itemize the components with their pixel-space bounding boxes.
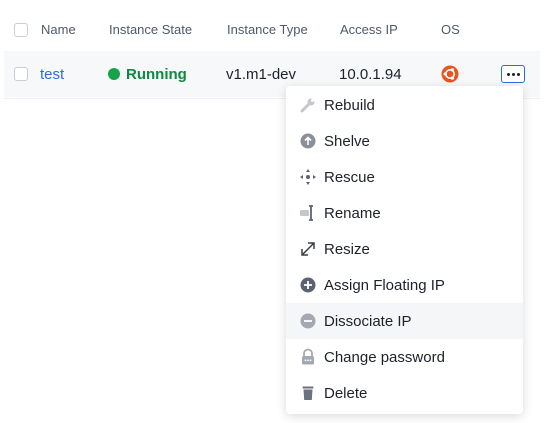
instance-name-link[interactable]: test <box>40 51 64 97</box>
menu-item-shelve[interactable]: Shelve <box>286 123 523 159</box>
menu-item-label: Rebuild <box>324 96 375 114</box>
dot-1 <box>506 72 510 76</box>
menu-item-label: Rename <box>324 204 381 222</box>
menu-item-rename[interactable]: Rename <box>286 195 523 231</box>
minus-icon <box>299 312 317 330</box>
menu-item-dissociate-ip[interactable]: Dissociate IP <box>286 303 523 339</box>
trash-icon <box>299 384 317 402</box>
ubuntu-icon <box>441 65 459 83</box>
column-header-name[interactable]: Name <box>41 8 76 51</box>
plus-icon <box>299 276 317 294</box>
menu-item-label: Change password <box>324 348 445 366</box>
rescue-icon <box>299 168 317 186</box>
more-actions-button[interactable] <box>501 65 525 83</box>
menu-item-rescue[interactable]: Rescue <box>286 159 523 195</box>
instance-state-cell: Running <box>108 51 187 97</box>
column-header-instance-type[interactable]: Instance Type <box>227 8 308 51</box>
column-header-access-ip[interactable]: Access IP <box>340 8 398 51</box>
row-checkbox[interactable] <box>14 67 28 81</box>
select-all-checkbox-cell <box>14 8 28 51</box>
status-badge: Running <box>108 66 187 83</box>
menu-item-delete[interactable]: Delete <box>286 375 523 411</box>
wrench-icon <box>299 96 317 114</box>
select-all-checkbox[interactable] <box>14 22 28 37</box>
menu-item-label: Assign Floating IP <box>324 276 445 294</box>
dot-3 <box>516 72 520 76</box>
dot-2 <box>511 72 515 76</box>
menu-item-rebuild[interactable]: Rebuild <box>286 87 523 123</box>
running-status-dot <box>108 68 120 80</box>
menu-item-label: Dissociate IP <box>324 312 412 330</box>
menu-item-label: Shelve <box>324 132 370 150</box>
menu-item-label: Rescue <box>324 168 375 186</box>
column-header-instance-state[interactable]: Instance State <box>109 8 192 51</box>
actions-dropdown-menu: Rebuild Shelve Rescue Rename Resize Assi… <box>286 86 523 414</box>
menu-item-label: Delete <box>324 384 368 402</box>
lock-icon <box>299 348 317 366</box>
menu-item-assign-floating-ip[interactable]: Assign Floating IP <box>286 267 523 303</box>
column-header-os[interactable]: OS <box>441 8 460 51</box>
row-checkbox-cell <box>14 51 28 97</box>
rename-icon <box>299 204 317 222</box>
menu-item-label: Resize <box>324 240 370 258</box>
instance-state-text: Running <box>126 65 187 83</box>
resize-icon <box>299 240 317 258</box>
shelve-icon <box>299 132 317 150</box>
menu-item-change-password[interactable]: Change password <box>286 339 523 375</box>
table-header: Name Instance State Instance Type Access… <box>4 8 540 51</box>
menu-item-resize[interactable]: Resize <box>286 231 523 267</box>
